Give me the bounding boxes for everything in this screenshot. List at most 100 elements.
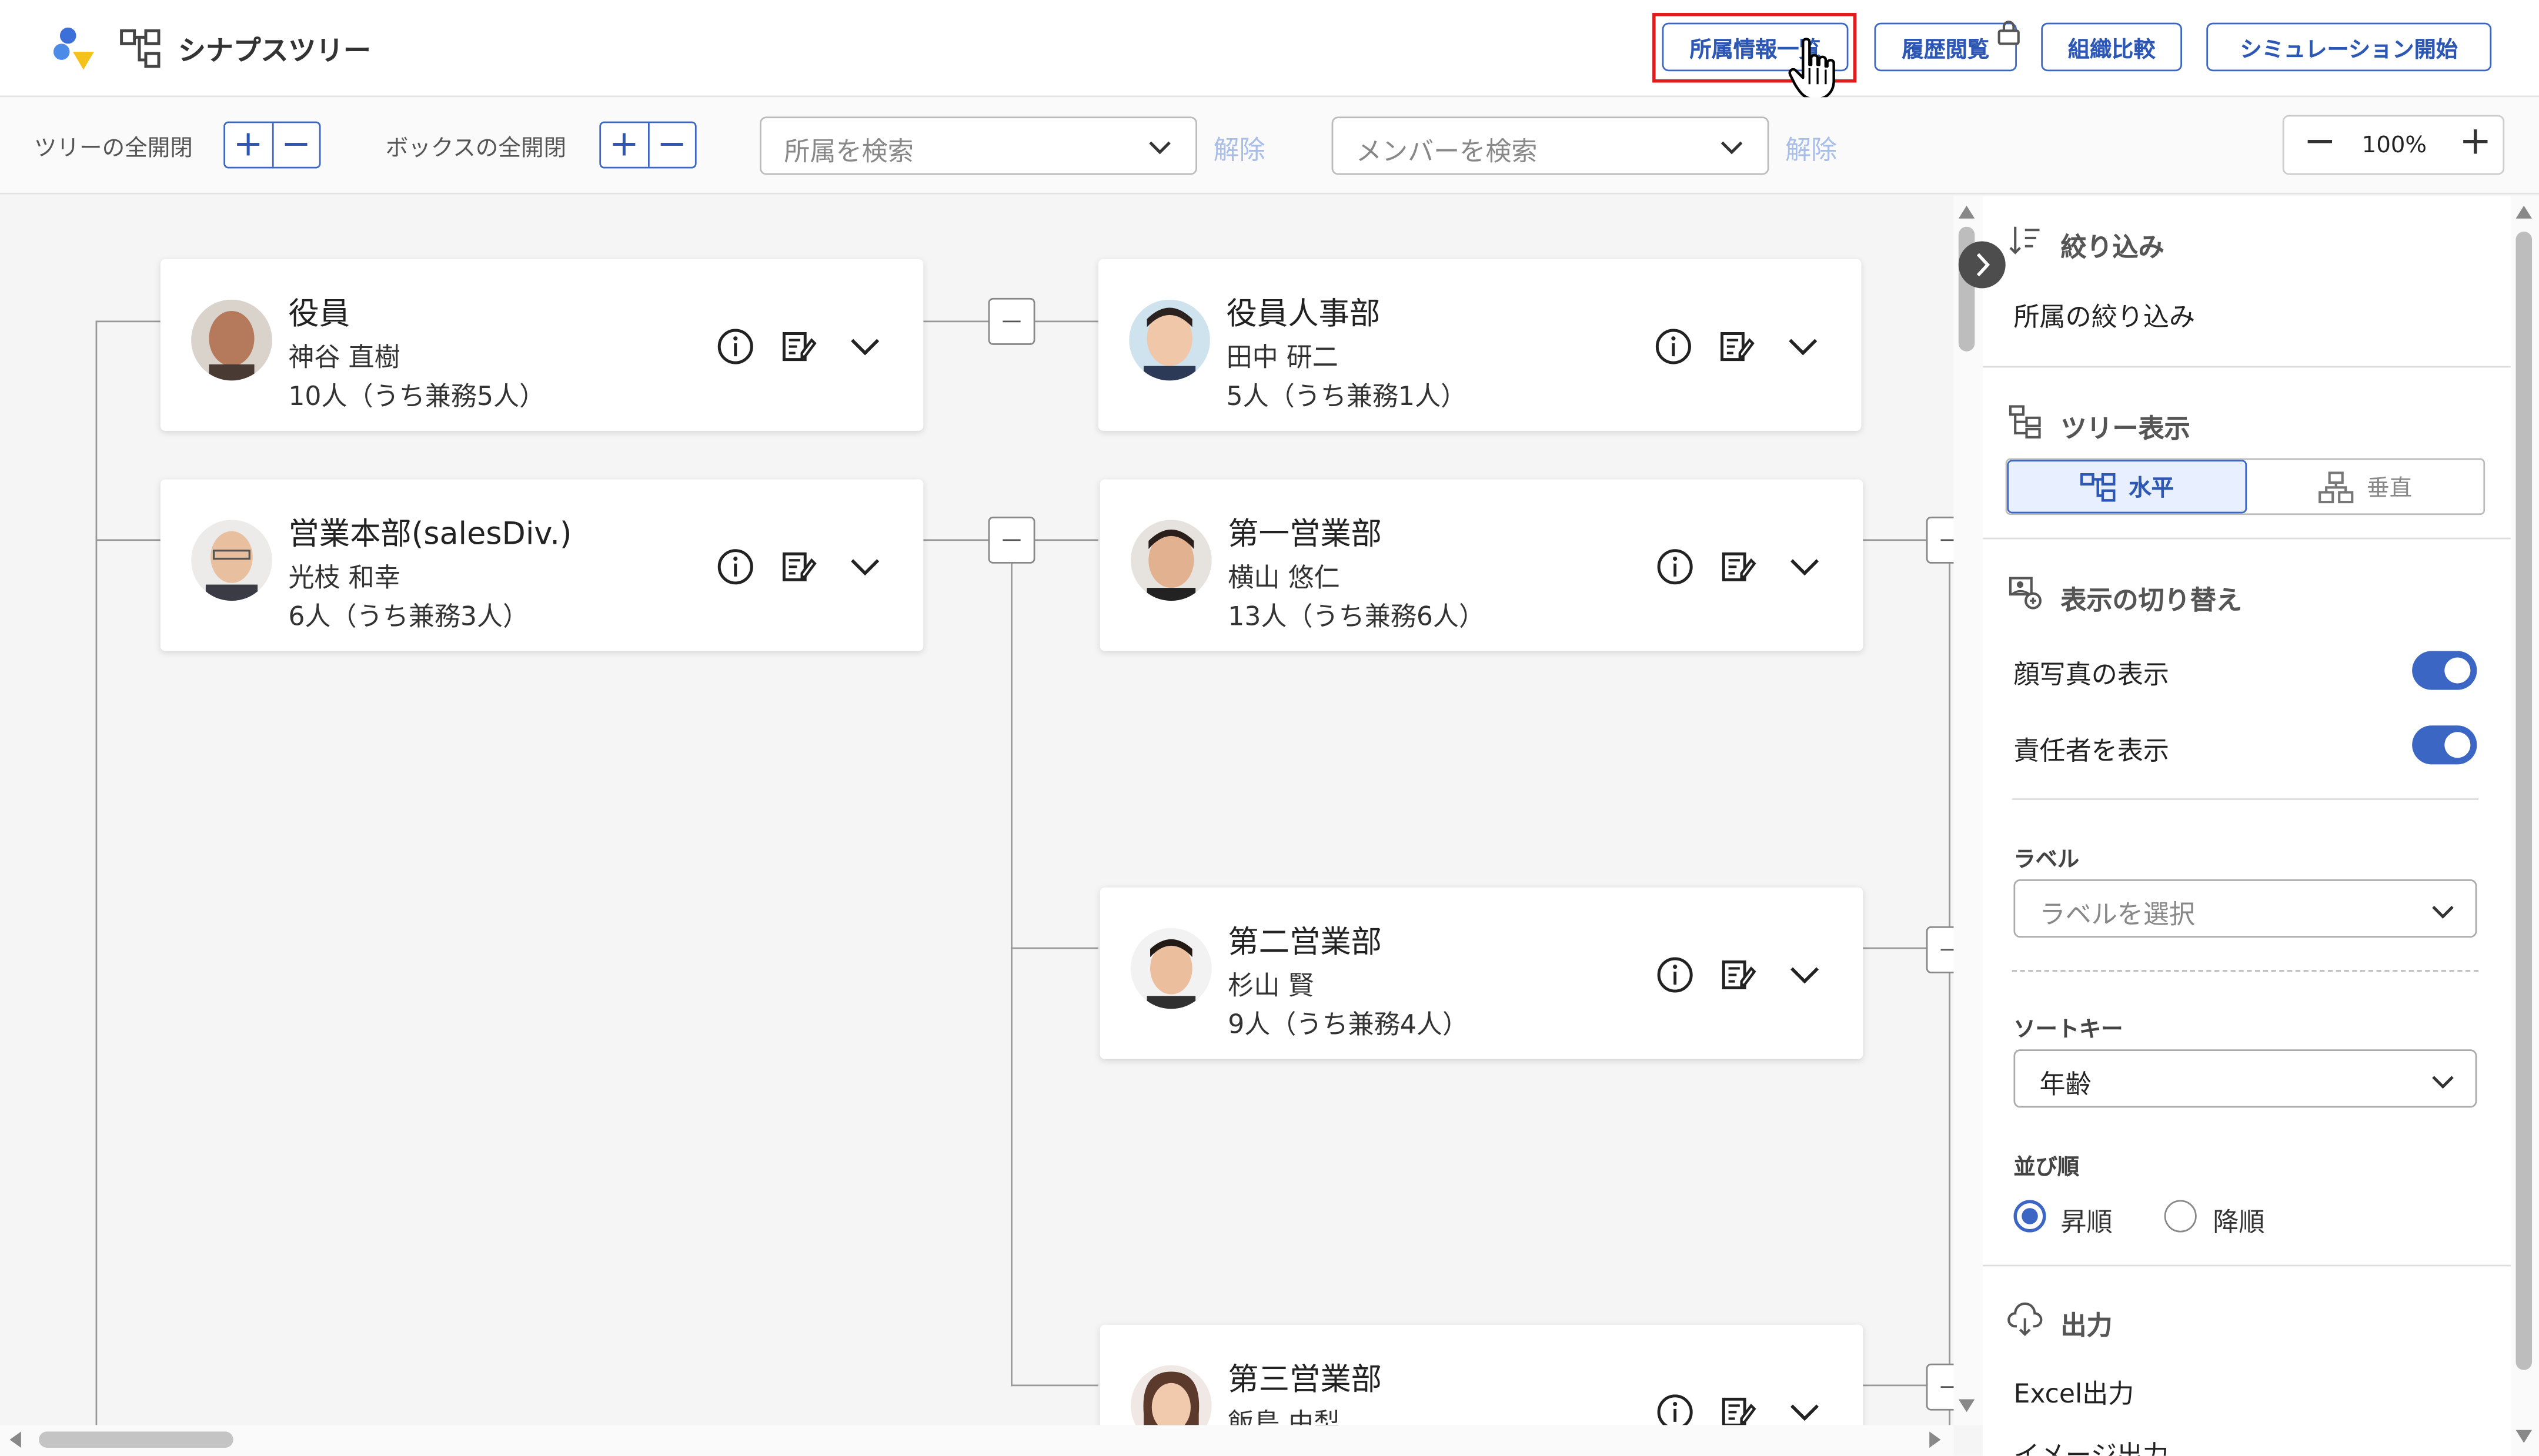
chevron-down-icon[interactable] <box>1783 545 1826 588</box>
order-desc-radio[interactable] <box>2164 1200 2197 1233</box>
order-asc-label: 昇順 <box>2060 1206 2113 1237</box>
divider <box>1983 1264 2511 1267</box>
box-expand-all-button[interactable]: + <box>601 123 649 167</box>
info-icon[interactable] <box>1654 1391 1696 1425</box>
org-tree-canvas[interactable]: 役員 神谷 直樹 10人（うち兼務5人） 営業本部(salesDiv.) 光枝 … <box>0 196 1954 1425</box>
scroll-right-arrow-icon[interactable] <box>1927 1431 1941 1448</box>
chevron-down-icon[interactable] <box>844 326 886 368</box>
info-icon[interactable] <box>1654 545 1696 588</box>
chevron-down-icon <box>1149 141 1171 155</box>
tree-collapse-all-button[interactable]: − <box>273 123 319 166</box>
node-collapse-toggle[interactable] <box>1926 1363 1954 1411</box>
chevron-down-icon[interactable] <box>1783 1391 1826 1425</box>
vertical-option[interactable]: 垂直 <box>2247 460 2483 513</box>
node-collapse-toggle[interactable] <box>988 297 1035 345</box>
tree-expand-group: + − <box>223 121 321 169</box>
tree-expand-all-button[interactable]: + <box>225 123 273 167</box>
node-name: 第一営業部 <box>1228 516 1382 553</box>
toolbar: ツリーの全開閉 + − ボックスの全開閉 + − 所属を検索 解除 メンバーを検… <box>0 97 2539 195</box>
history-button[interactable]: 履歴閲覧 <box>1874 22 2017 72</box>
node-name: 営業本部(salesDiv.) <box>288 516 572 553</box>
edit-note-icon[interactable] <box>1717 954 1759 996</box>
connector-line <box>95 320 161 323</box>
app-title: シナプスツリー <box>178 35 371 68</box>
info-icon[interactable] <box>714 545 757 588</box>
org-node[interactable]: 第一営業部 横山 悠仁 13人（うち兼務6人） <box>1100 479 1863 651</box>
edit-note-icon[interactable] <box>777 326 820 368</box>
scroll-down-arrow-icon[interactable] <box>2515 1430 2533 1443</box>
chevron-down-icon[interactable] <box>1783 954 1826 996</box>
horizontal-scrollbar[interactable] <box>0 1425 1954 1456</box>
excel-export-link[interactable]: Excel出力 <box>2013 1371 2134 1410</box>
app-logo-icon <box>53 27 94 70</box>
output-title: 出力 <box>2060 1310 2113 1341</box>
edit-note-icon[interactable] <box>1717 1391 1759 1425</box>
chevron-down-icon[interactable] <box>1782 326 1825 368</box>
show-manager-label: 責任者を表示 <box>2013 735 2169 767</box>
tree-view-title: ツリー表示 <box>2060 413 2190 444</box>
scroll-up-arrow-icon[interactable] <box>1958 205 1975 219</box>
box-collapse-all-button[interactable]: − <box>649 123 695 166</box>
org-node[interactable]: 第二営業部 杉山 賢 9人（うち兼務4人） <box>1100 887 1863 1059</box>
node-member-count: 5人（うち兼務1人） <box>1226 380 1467 411</box>
vertical-option-label: 垂直 <box>2367 475 2413 501</box>
node-name: 第三営業部 <box>1228 1361 1382 1398</box>
compare-button[interactable]: 組織比較 <box>2041 22 2182 72</box>
node-collapse-toggle[interactable] <box>1926 516 1954 564</box>
avatar <box>1130 928 1212 1009</box>
scroll-up-arrow-icon[interactable] <box>2515 205 2533 219</box>
avatar <box>191 299 272 381</box>
member-clear-button[interactable]: 解除 <box>1785 128 1837 167</box>
order-asc-radio[interactable] <box>2013 1200 2046 1233</box>
divider <box>1983 537 2511 540</box>
sort-key-value: 年齢 <box>2039 1069 2092 1100</box>
affiliation-search-placeholder: 所属を検索 <box>784 136 914 167</box>
show-photo-toggle[interactable] <box>2412 651 2477 690</box>
panel-vertical-scroll-thumb[interactable] <box>2515 231 2533 1370</box>
chevron-down-icon[interactable] <box>844 545 886 588</box>
org-node[interactable]: 役員 神谷 直樹 10人（うち兼務5人） <box>160 259 924 431</box>
tree-app-icon <box>120 29 161 68</box>
edit-note-icon[interactable] <box>1717 545 1759 588</box>
org-node[interactable]: 営業本部(salesDiv.) 光枝 和幸 6人（うち兼務3人） <box>160 479 924 651</box>
node-name: 第二営業部 <box>1228 925 1382 960</box>
connector-line <box>1011 561 1013 1387</box>
label-select[interactable]: ラベルを選択 <box>2013 879 2477 938</box>
horizontal-scroll-thumb[interactable] <box>39 1431 233 1448</box>
header: シナプスツリー 所属情報一覧 履歴閲覧 組織比較 シミュレーション開始 <box>0 0 2539 101</box>
zoom-control: − 100% + <box>2282 115 2505 175</box>
chevron-down-icon <box>1720 141 1743 155</box>
affiliation-filter-link[interactable]: 所属の絞り込み <box>2013 294 2195 333</box>
chevron-right-icon <box>1976 253 1990 277</box>
cloud-download-icon <box>2007 1302 2043 1337</box>
filter-icon <box>2009 226 2040 255</box>
chevron-down-icon <box>2432 1076 2454 1089</box>
org-node[interactable]: 第三営業部 飯島 由梨 <box>1100 1324 1863 1425</box>
zoom-in-button[interactable]: + <box>2459 122 2491 160</box>
image-export-link[interactable]: イメージ出力 <box>2013 1433 2169 1456</box>
node-collapse-toggle[interactable] <box>988 516 1035 564</box>
scroll-left-arrow-icon[interactable] <box>9 1431 23 1448</box>
info-icon[interactable] <box>714 326 757 368</box>
zoom-out-button[interactable]: − <box>2304 122 2336 160</box>
sort-key-title: ソートキー <box>2013 1017 2123 1043</box>
sort-key-select[interactable]: 年齢 <box>2013 1049 2477 1108</box>
edit-note-icon[interactable] <box>777 545 820 588</box>
node-name: 役員 <box>288 296 350 332</box>
scroll-down-arrow-icon[interactable] <box>1958 1399 1975 1413</box>
panel-collapse-button[interactable] <box>1958 241 2006 289</box>
affiliation-clear-button[interactable]: 解除 <box>1213 128 1265 167</box>
simulation-button[interactable]: シミュレーション開始 <box>2206 22 2492 72</box>
member-search-select[interactable]: メンバーを検索 <box>1331 116 1769 175</box>
show-manager-toggle[interactable] <box>2412 725 2477 765</box>
lock-icon <box>1997 21 2020 45</box>
canvas-vertical-scrollbar[interactable] <box>1953 196 1983 1425</box>
org-node[interactable]: 役員人事部 田中 研二 5人（うち兼務1人） <box>1098 259 1862 431</box>
node-collapse-toggle[interactable] <box>1926 926 1954 973</box>
edit-note-icon[interactable] <box>1716 326 1758 368</box>
horizontal-option[interactable]: 水平 <box>2007 460 2247 514</box>
order-title: 並び順 <box>2013 1154 2080 1181</box>
info-icon[interactable] <box>1652 326 1695 368</box>
info-icon[interactable] <box>1654 954 1696 996</box>
affiliation-search-select[interactable]: 所属を検索 <box>760 116 1197 175</box>
